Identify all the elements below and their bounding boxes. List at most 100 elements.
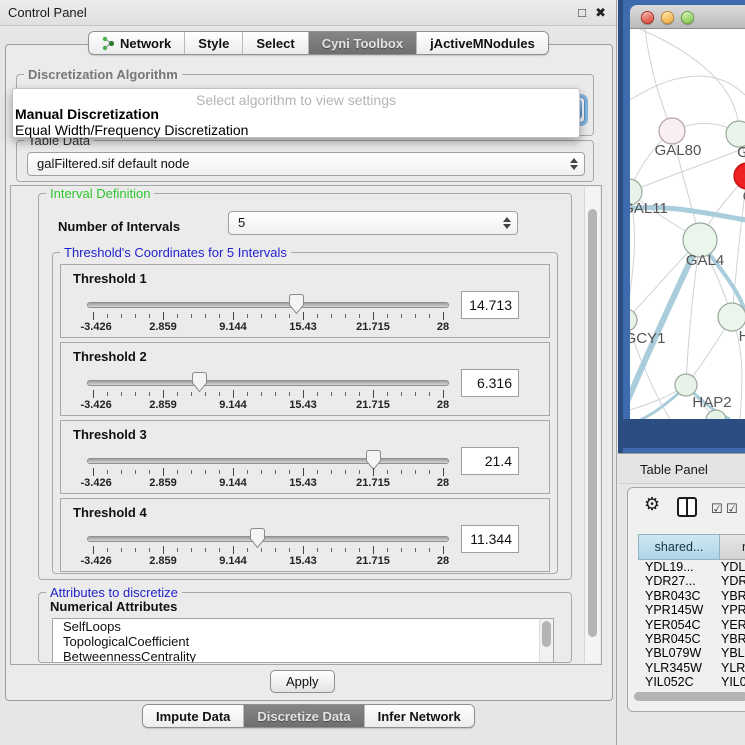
network-node-label: GCY1 xyxy=(630,330,665,347)
threshold-value-field[interactable]: 6.316 xyxy=(461,369,519,397)
cell-name[interactable]: YBL0 xyxy=(720,646,745,660)
slider-track[interactable] xyxy=(87,380,449,386)
zoom-window-icon[interactable] xyxy=(681,11,694,24)
threshold-slider[interactable]: -3.4262.8599.14415.4321.71528 xyxy=(87,265,449,339)
tick-mark xyxy=(135,392,136,396)
tick-label: 21.715 xyxy=(356,321,390,333)
minimize-window-icon[interactable] xyxy=(661,11,674,24)
top-tab[interactable]: jActiveMNodules xyxy=(417,32,548,54)
attribute-item[interactable]: TopologicalCoefficient xyxy=(53,634,553,649)
threshold-value-field[interactable]: 21.4 xyxy=(461,447,519,475)
settings-scrollbar-thumb[interactable] xyxy=(588,209,597,637)
attributes-list-scrollbar[interactable] xyxy=(539,619,553,662)
table-row[interactable]: YBR045C YBR0 xyxy=(638,632,745,646)
table-row[interactable]: YDL19... YDL1 xyxy=(638,560,745,574)
threshold-value-field[interactable]: 14.713 xyxy=(461,291,519,319)
bottom-tab[interactable]: Impute Data xyxy=(143,705,244,727)
network-node[interactable] xyxy=(734,163,745,189)
cell-name[interactable]: YBR0 xyxy=(720,589,745,603)
tick-label: -3.426 xyxy=(81,477,112,489)
slider-track[interactable] xyxy=(87,536,449,542)
attribute-item[interactable]: SelfLoops xyxy=(53,619,553,634)
tick-label: 28 xyxy=(437,477,449,489)
cell-shared-name[interactable]: YIL052C xyxy=(638,675,720,689)
table-hscrollbar-thumb[interactable] xyxy=(634,692,745,701)
tick-mark xyxy=(303,390,304,398)
tick-label: 28 xyxy=(437,321,449,333)
top-tab[interactable]: Cyni Toolbox xyxy=(309,32,417,54)
top-tab[interactable]: Network xyxy=(89,32,185,54)
combo-stepper-icon[interactable] xyxy=(568,156,579,172)
threshold-slider[interactable]: -3.4262.8599.14415.4321.71528 xyxy=(87,343,449,417)
tick-mark xyxy=(345,392,346,396)
table-row[interactable]: YBR043C YBR0 xyxy=(638,589,745,603)
bottom-tab[interactable]: Infer Network xyxy=(365,705,474,727)
tick-label: 2.859 xyxy=(149,555,177,567)
cell-name[interactable]: YIL0 xyxy=(720,675,745,689)
num-intervals-value: 5 xyxy=(238,215,245,230)
table-row[interactable]: YBL079W YBL0 xyxy=(638,646,745,660)
tick-mark xyxy=(345,314,346,318)
cell-shared-name[interactable]: YPR145W xyxy=(638,603,720,617)
network-node-label: GAL4 xyxy=(686,252,724,269)
table-data-combo[interactable]: galFiltered.sif default node xyxy=(27,152,585,176)
cell-name[interactable]: YDL1 xyxy=(720,560,745,574)
cell-name[interactable]: YBR0 xyxy=(720,632,745,646)
cell-shared-name[interactable]: YBR043C xyxy=(638,589,720,603)
cell-shared-name[interactable]: YDR27... xyxy=(638,574,720,588)
algorithm-popup-item[interactable]: Equal Width/Frequency Discretization xyxy=(13,122,579,138)
column-header-shared-name[interactable]: shared... xyxy=(638,534,720,560)
bottom-tab[interactable]: Discretize Data xyxy=(244,705,364,727)
cell-shared-name[interactable]: YBR045C xyxy=(638,632,720,646)
threshold-value-field[interactable]: 11.344 xyxy=(461,525,519,553)
network-node[interactable] xyxy=(659,118,685,144)
threshold-slider[interactable]: -3.4262.8599.14415.4321.71528 xyxy=(87,421,449,495)
network-node[interactable] xyxy=(675,374,697,396)
attribute-item[interactable]: BetweennessCentrality xyxy=(53,649,553,663)
close-panel-icon[interactable]: ✖ xyxy=(595,5,606,21)
top-tab[interactable]: Style xyxy=(185,32,243,54)
attributes-scrollbar-thumb[interactable] xyxy=(542,621,551,647)
num-intervals-combo[interactable]: 5 xyxy=(228,211,518,235)
threshold-slider[interactable]: -3.4262.8599.14415.4321.71528 xyxy=(87,499,449,573)
cell-shared-name[interactable]: YER054C xyxy=(638,618,720,632)
tick-mark xyxy=(275,392,276,396)
table-row[interactable]: YIL052C YIL0 xyxy=(638,675,745,689)
network-node[interactable] xyxy=(718,303,745,331)
cell-name[interactable]: YER0 xyxy=(720,618,745,632)
column-header-name[interactable]: n xyxy=(720,534,745,560)
cell-shared-name[interactable]: YLR345W xyxy=(638,661,720,675)
gear-icon[interactable]: ⚙ xyxy=(644,494,660,515)
cell-name[interactable]: YDR2 xyxy=(720,574,745,588)
apply-button[interactable]: Apply xyxy=(270,670,335,693)
cell-shared-name[interactable]: YBL079W xyxy=(638,646,720,660)
tick-mark xyxy=(443,468,444,476)
checkbox-icon[interactable]: ☑ xyxy=(726,501,738,517)
table-row[interactable]: YER054C YER0 xyxy=(638,618,745,632)
settings-vertical-scrollbar[interactable] xyxy=(584,187,600,663)
table-row[interactable]: YDR27... YDR2 xyxy=(638,574,745,588)
slider-track[interactable] xyxy=(87,458,449,464)
slider-track[interactable] xyxy=(87,302,449,308)
checkbox-icon[interactable]: ☑ xyxy=(711,501,723,517)
table-row[interactable]: YPR145W YPR1 xyxy=(638,603,745,617)
combo-stepper-icon[interactable] xyxy=(501,215,512,231)
algorithm-popup-item[interactable]: Manual Discretization xyxy=(13,106,579,122)
top-tab[interactable]: Select xyxy=(243,32,308,54)
tick-mark xyxy=(443,312,444,320)
table-row[interactable]: YLR345W YLR3 xyxy=(638,661,745,675)
tick-mark xyxy=(247,314,248,318)
float-window-icon[interactable]: □ xyxy=(578,5,586,20)
algorithm-popup-items: Manual DiscretizationEqual Width/Frequen… xyxy=(13,106,579,138)
network-node[interactable] xyxy=(630,309,637,331)
cell-name[interactable]: YLR3 xyxy=(720,661,745,675)
cell-shared-name[interactable]: YDL19... xyxy=(638,560,720,574)
threshold-row: Threshold 1 -3.4262.8599.14415.4321.7152… xyxy=(60,264,550,338)
split-columns-icon[interactable] xyxy=(677,497,697,517)
network-canvas[interactable]: GAL80GCGAL11GAL4GCY1HHAP2 xyxy=(630,29,745,419)
cell-name[interactable]: YPR1 xyxy=(720,603,745,617)
table-horizontal-scrollbar[interactable] xyxy=(632,691,745,703)
network-window-titlebar[interactable] xyxy=(630,5,745,29)
window-shadow xyxy=(618,419,745,448)
close-window-icon[interactable] xyxy=(641,11,654,24)
